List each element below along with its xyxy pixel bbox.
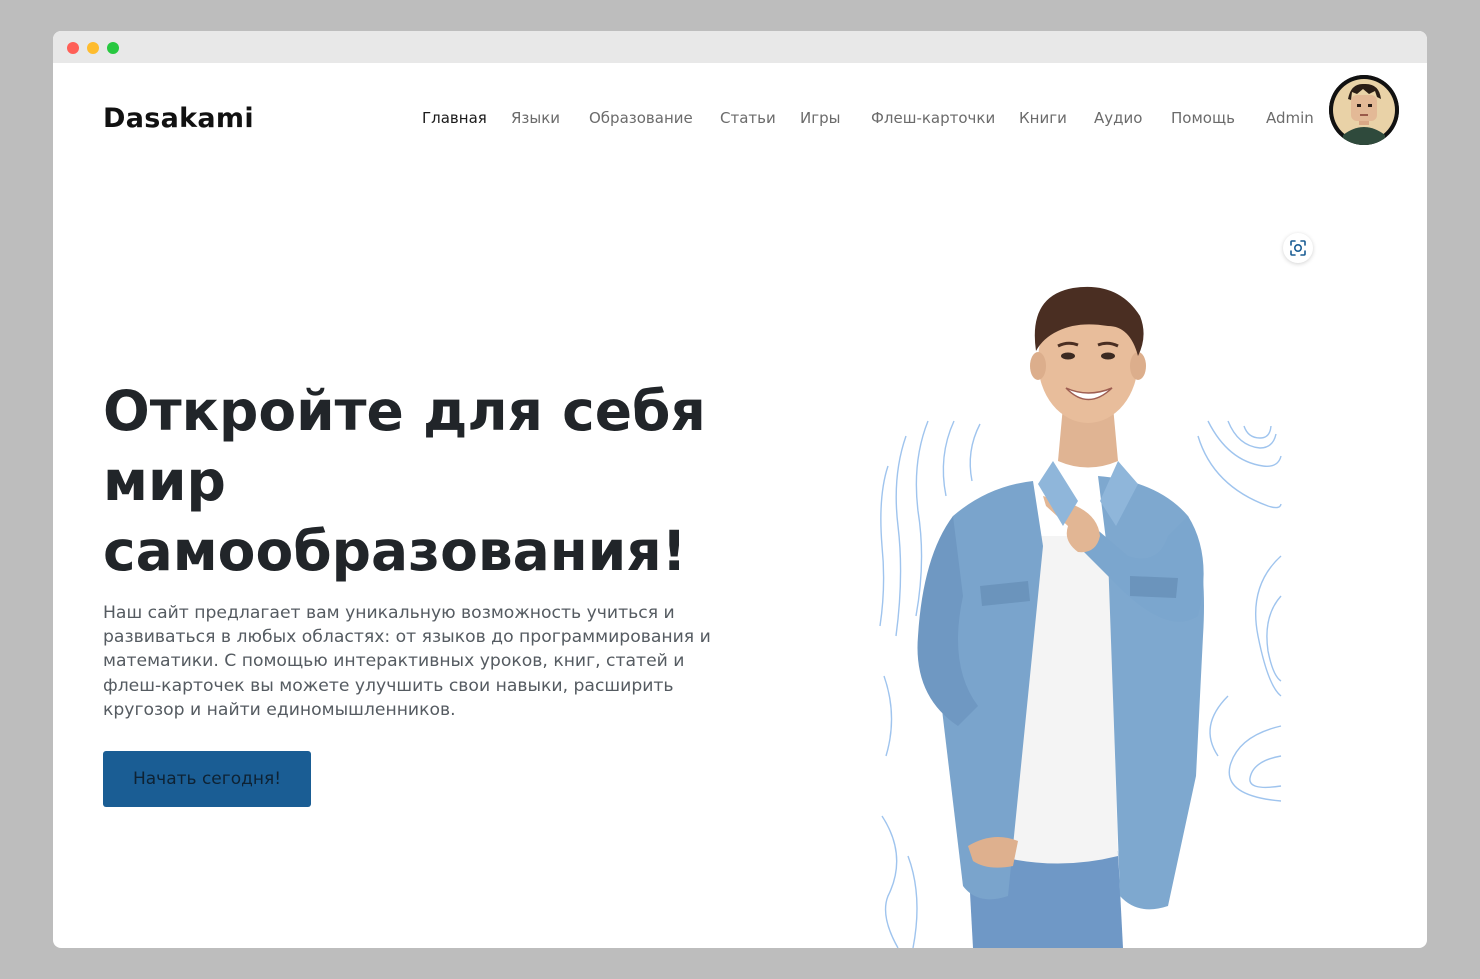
- maximize-window-icon[interactable]: [107, 42, 119, 54]
- nav-item-home[interactable]: Главная: [422, 109, 487, 127]
- hero-title-line-3: самообразования!: [103, 519, 687, 583]
- hero-description: Наш сайт предлагает вам уникальную возмо…: [103, 603, 711, 720]
- nav-item-flashcards[interactable]: Флеш-карточки: [871, 109, 995, 127]
- nav-item-games[interactable]: Игры: [800, 109, 840, 127]
- hero-image: [868, 256, 1288, 948]
- close-window-icon[interactable]: [67, 42, 79, 54]
- visual-search-icon: [1290, 240, 1306, 256]
- minimize-window-icon[interactable]: [87, 42, 99, 54]
- hero-title-line-2: мир: [103, 449, 226, 513]
- browser-window: Dasakami Главная Языки Образование Стать…: [53, 31, 1427, 948]
- smiling-man-pointing-photo-icon: [879, 286, 1282, 948]
- window-titlebar: [53, 31, 1427, 63]
- pixel-art-user-avatar-icon: [1329, 75, 1399, 145]
- hero-title-line-1: Откройте для себя: [103, 379, 706, 443]
- site-logo[interactable]: Dasakami: [103, 103, 254, 134]
- nav-item-admin[interactable]: Admin: [1266, 109, 1314, 127]
- hero-title: Откройте для себя мир самообразования!: [103, 376, 763, 586]
- start-today-button[interactable]: Начать сегодня!: [103, 751, 311, 807]
- user-avatar[interactable]: [1329, 75, 1399, 145]
- nav-item-languages[interactable]: Языки: [511, 109, 560, 127]
- nav-item-audio[interactable]: Аудио: [1094, 109, 1142, 127]
- nav-item-help[interactable]: Помощь: [1171, 109, 1235, 127]
- nav-item-education[interactable]: Образование: [589, 109, 693, 127]
- nav-item-articles[interactable]: Статьи: [720, 109, 776, 127]
- nav-item-books[interactable]: Книги: [1019, 109, 1067, 127]
